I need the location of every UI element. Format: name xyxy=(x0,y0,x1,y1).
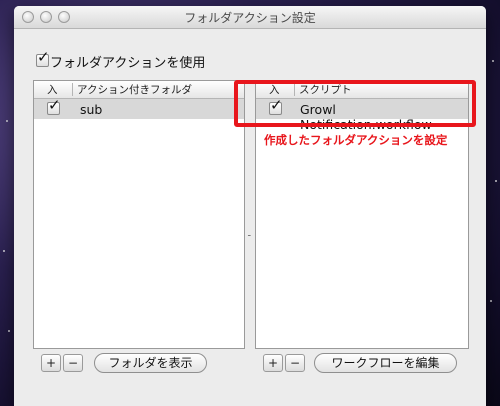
add-script-button[interactable]: + xyxy=(263,354,283,372)
row-enabled-checkbox[interactable]: ✓ xyxy=(47,98,61,115)
column-folder[interactable]: アクション付きフォルダ xyxy=(77,82,192,97)
edit-workflow-button[interactable]: ワークフローを編集 xyxy=(314,353,457,373)
enable-folder-actions-checkbox[interactable]: ✓ xyxy=(36,50,50,67)
remove-script-button[interactable]: − xyxy=(285,354,305,372)
remove-folder-button[interactable]: − xyxy=(63,354,83,372)
add-folder-button[interactable]: + xyxy=(41,354,61,372)
show-folder-button[interactable]: フォルダを表示 xyxy=(94,353,207,373)
folders-table-header: 入 アクション付きフォルダ xyxy=(34,81,244,99)
folder-name: sub xyxy=(80,102,103,117)
folders-table[interactable]: 入 アクション付きフォルダ ✓ sub xyxy=(33,80,245,349)
table-row[interactable]: ✓ sub xyxy=(34,98,244,119)
window-title: フォルダアクション設定 xyxy=(184,11,316,25)
column-divider xyxy=(72,83,73,96)
annotation-highlight-box xyxy=(234,80,476,127)
enable-folder-actions-label: フォルダアクションを使用 xyxy=(50,56,206,71)
column-enabled[interactable]: 入 xyxy=(47,82,58,97)
check-icon: ✓ xyxy=(37,48,50,66)
check-icon: ✓ xyxy=(48,96,61,114)
annotation-text: 作成したフォルダアクションを設定 xyxy=(264,133,448,147)
folder-actions-window: フォルダアクション設定 ✓ フォルダアクションを使用 入 アクション付きフォルダ… xyxy=(14,6,486,406)
split-view-handle[interactable]: ⁃ xyxy=(247,232,252,242)
title-bar[interactable]: フォルダアクション設定 xyxy=(14,6,486,29)
